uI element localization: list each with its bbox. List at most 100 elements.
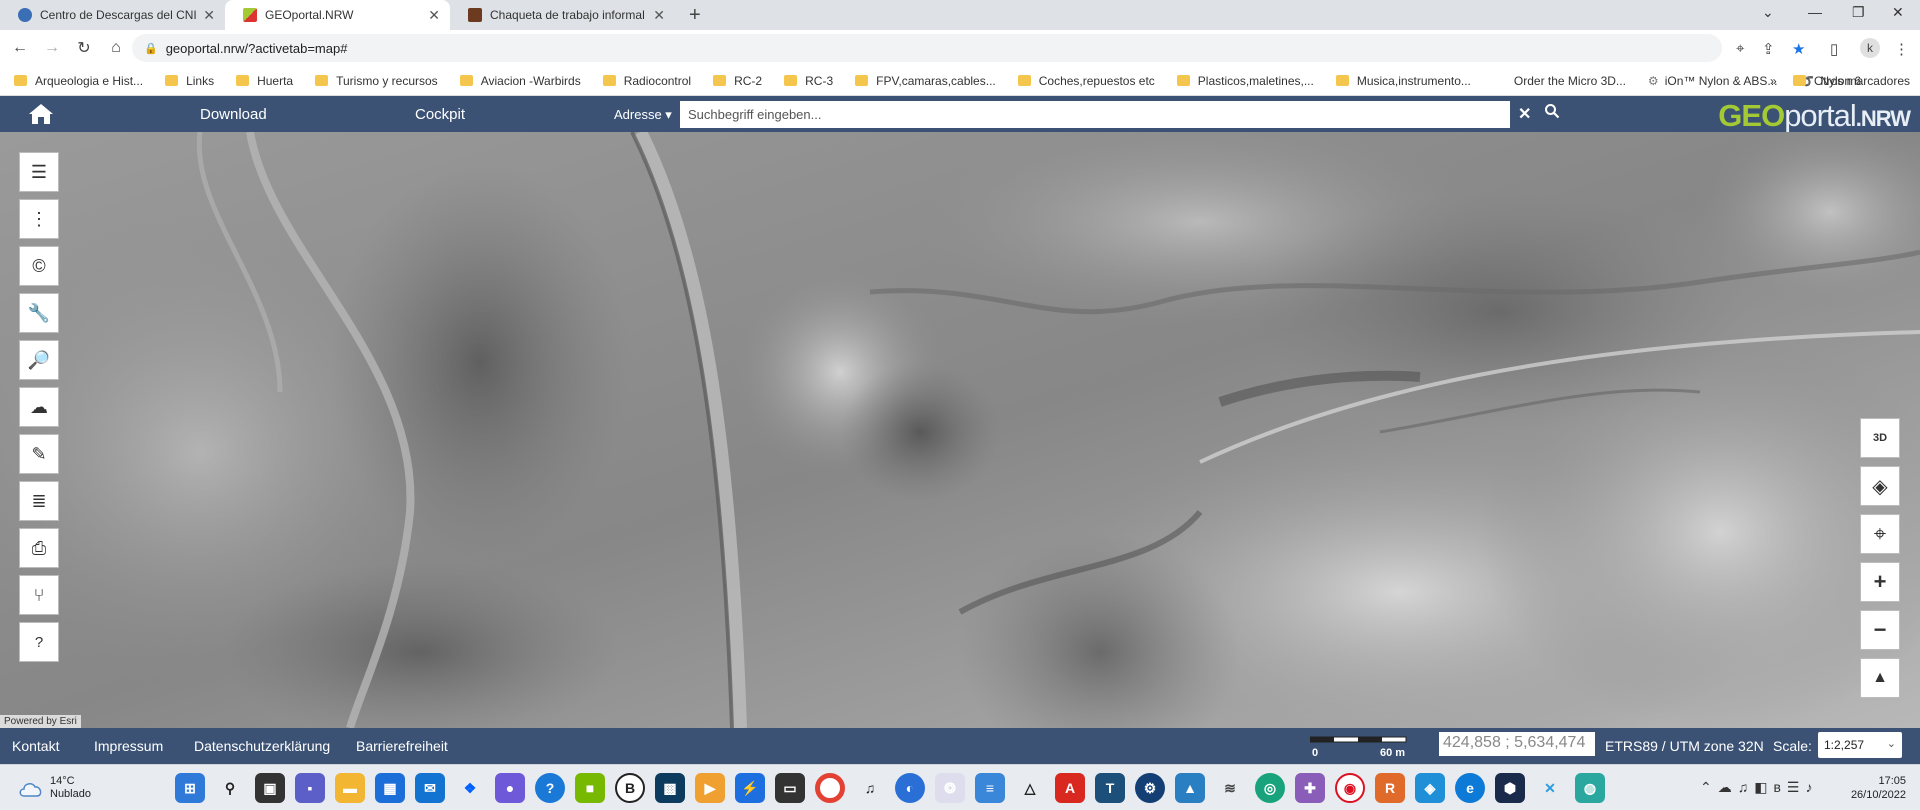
search-taskbar-icon[interactable]: ⚲ [215,773,245,803]
barrierefreiheit-link[interactable]: Barrierefreiheit [356,738,448,754]
print-button[interactable]: ⎙ [19,528,59,568]
bookmark-item[interactable]: RC-3 [784,74,833,88]
app-red-icon[interactable]: ◉ [1335,773,1365,803]
new-tab-button[interactable]: + [689,4,701,27]
edge-icon[interactable]: e [1455,773,1485,803]
mail-icon[interactable]: ✉ [415,773,445,803]
bookmark-item[interactable]: RC-2 [713,74,762,88]
bookmark-item[interactable]: ⚙ iOn™ Nylon & ABS... [1648,74,1777,88]
bookmark-item[interactable]: Arqueologia e Hist... [14,74,143,88]
notepad-icon[interactable]: ≡ [975,773,1005,803]
close-icon[interactable]: ✕ [428,7,440,24]
zoom-out-button[interactable]: − [1860,610,1900,650]
app-search-icon[interactable]: ◍ [1575,773,1605,803]
tab-search-chevron-icon[interactable]: ⌄ [1762,4,1774,21]
bookmark-star-icon[interactable]: ★ [1792,40,1805,58]
home-icon[interactable] [28,102,54,126]
search-document-button[interactable]: 🔎 [19,340,59,380]
photos-icon[interactable]: ▲ [1175,773,1205,803]
chrome-icon[interactable] [815,773,845,803]
home-icon[interactable]: ⌂ [100,39,132,57]
file-explorer-icon[interactable]: ▬ [335,773,365,803]
copyright-button[interactable]: © [19,246,59,286]
bookmark-item[interactable]: Coches,repuestos etc [1017,74,1155,88]
app-green-icon[interactable]: ◎ [1255,773,1285,803]
app-bolt-icon[interactable]: ⚡ [735,773,765,803]
address-bar[interactable]: 🔒 geoportal.nrw/?activetab=map# [132,34,1722,62]
bookmark-item[interactable]: Order the Micro 3D... [1493,74,1626,88]
layers-button[interactable]: ◈ [1860,466,1900,506]
app-gear-icon[interactable]: ⚙ [1135,773,1165,803]
download-button[interactable]: ☁ [19,387,59,427]
app-x-icon[interactable]: ✕ [1535,773,1565,803]
music-icon[interactable]: ♫ [855,773,885,803]
bookmarks-overflow[interactable]: » [1770,74,1777,88]
more-menu-button[interactable]: ⋮ [19,199,59,239]
app-wave-icon[interactable]: ≋ [1215,773,1245,803]
layer-list-button[interactable]: ☰ [19,152,59,192]
location-icon[interactable]: ⌖ [1736,40,1744,57]
app-window-icon[interactable]: ▭ [775,773,805,803]
app-purple-icon[interactable]: ● [495,773,525,803]
tab-geoportal[interactable]: GEOportal.NRW ✕ [225,0,450,30]
bookmark-item[interactable]: Musica,instrumento... [1335,74,1471,88]
app-t-icon[interactable]: T [1095,773,1125,803]
bookmark-item[interactable]: Links [165,74,214,88]
bookmark-item[interactable]: Aviacion -Warbirds [459,74,581,88]
close-icon[interactable]: ✕ [203,7,215,24]
bookmark-item[interactable]: Huerta [236,74,293,88]
taskbar-clock[interactable]: 17:05 26/10/2022 [1851,774,1906,802]
layer-settings-button[interactable]: ≣ [19,481,59,521]
bookmark-item[interactable]: Plasticos,maletines,... [1176,74,1314,88]
app-eye-icon[interactable]: ◐ [895,773,925,803]
back-icon[interactable]: ← [4,39,36,57]
app-b-icon[interactable]: B [615,773,645,803]
clear-search-icon[interactable]: ✕ [1518,104,1531,124]
app-grid-icon[interactable]: ▩ [655,773,685,803]
share-page-icon[interactable]: ⇪ [1762,40,1775,58]
side-panel-icon[interactable]: ▯ [1830,40,1838,58]
start-windows-icon[interactable]: ⊞ [175,773,205,803]
3d-view-button[interactable]: 3D [1860,418,1900,458]
app-tool-icon[interactable]: ✚ [1295,773,1325,803]
reload-icon[interactable]: ↻ [68,38,100,58]
bookmark-item[interactable]: Turismo y recursos [315,74,438,88]
weather-widget[interactable]: 14°C Nublado [18,775,91,801]
maximize-button[interactable]: ❐ [1852,4,1865,21]
bookmark-item[interactable]: Radiocontrol [602,74,691,88]
search-icon[interactable] [1544,103,1560,119]
scale-select[interactable]: 1:2,257 ⌄ [1818,732,1902,758]
help-app-icon[interactable]: ? [535,773,565,803]
minimize-button[interactable]: — [1808,4,1822,20]
teams-chat-icon[interactable]: ▪ [295,773,325,803]
other-bookmarks[interactable]: Otros marcadores [1792,74,1910,88]
forward-icon[interactable]: → [36,39,68,57]
help-button[interactable]: ? [19,622,59,662]
app-orange-icon[interactable]: R [1375,773,1405,803]
close-window-button[interactable]: ✕ [1892,4,1904,21]
locate-button[interactable]: ⌖ [1860,514,1900,554]
datenschutz-link[interactable]: Datenschutzerklärung [194,738,330,754]
dropbox-icon[interactable]: ❖ [455,773,485,803]
zoom-in-button[interactable]: + [1860,562,1900,602]
cockpit-link[interactable]: Cockpit [415,106,465,123]
profile-avatar[interactable]: k [1860,38,1880,58]
acrobat-icon[interactable]: A [1055,773,1085,803]
compass-button[interactable]: ▲ [1860,658,1900,698]
tools-button[interactable]: 🔧 [19,293,59,333]
map-canvas[interactable]: Powered by Esri [0,132,1920,728]
impressum-link[interactable]: Impressum [94,738,163,754]
share-button[interactable]: ⑂ [19,575,59,615]
download-link[interactable]: Download [200,106,267,123]
app-hex-icon[interactable]: ⬢ [1495,773,1525,803]
app-bluebox-icon[interactable]: ◈ [1415,773,1445,803]
bookmark-item[interactable]: FPV,camaras,cables... [855,74,996,88]
tab-cnig[interactable]: Centro de Descargas del CNIG (IGN ✕ [0,0,225,30]
draw-button[interactable]: ✎ [19,434,59,474]
system-tray-icons[interactable]: ⌃☁♫◧ʙ☰♪ [1700,779,1818,796]
tab-chaqueta[interactable]: Chaqueta de trabajo informal cál ✕ [450,0,675,30]
task-view-icon[interactable]: ▣ [255,773,285,803]
media-player-icon[interactable]: ▶ [695,773,725,803]
kontakt-link[interactable]: Kontakt [12,738,59,754]
search-scope-dropdown[interactable]: Adresse ▾ [614,107,672,123]
